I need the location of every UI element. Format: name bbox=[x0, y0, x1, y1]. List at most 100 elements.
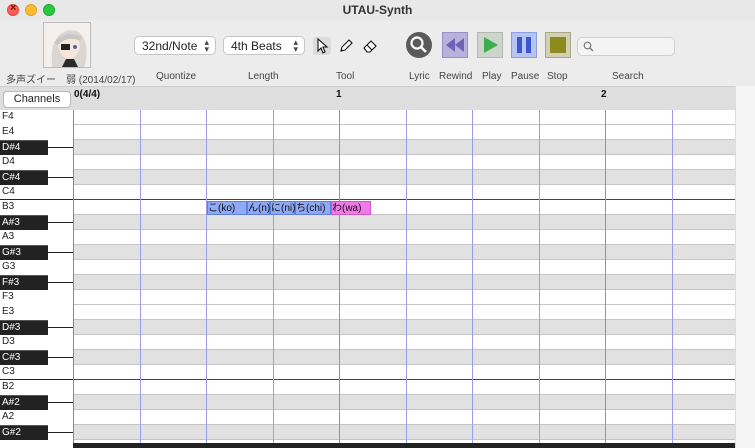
channels-button[interactable]: Channels bbox=[3, 91, 71, 108]
note-block[interactable]: ん(n) bbox=[247, 201, 270, 215]
rewind-label: Rewind bbox=[439, 71, 473, 82]
piano-key[interactable]: B3 bbox=[0, 200, 73, 215]
key-divider bbox=[48, 357, 73, 358]
grid-row[interactable] bbox=[73, 350, 735, 365]
measure-label: 0(4/4) bbox=[74, 89, 101, 100]
grid-row[interactable] bbox=[73, 110, 735, 125]
chevron-updown-icon: ▴ ▾ bbox=[293, 37, 298, 54]
grid-row[interactable] bbox=[73, 320, 735, 335]
piano-key[interactable]: G3 bbox=[0, 260, 73, 275]
stop-icon[interactable] bbox=[545, 32, 571, 58]
piano-key[interactable]: C3 bbox=[0, 365, 73, 380]
piano-key[interactable]: G#2 bbox=[0, 425, 48, 440]
piano-key[interactable]: C#4 bbox=[0, 170, 48, 185]
note-block[interactable]: に(ni) bbox=[270, 201, 295, 215]
vertical-scrollbar[interactable] bbox=[735, 86, 755, 448]
arrow-cursor-icon[interactable] bbox=[313, 37, 331, 55]
piano-key[interactable]: G#3 bbox=[0, 245, 48, 260]
note-block[interactable]: ち(chi) bbox=[295, 201, 331, 215]
piano-key[interactable]: E3 bbox=[0, 305, 73, 320]
quantize-value: 32nd/Note bbox=[142, 39, 198, 53]
play-label: Play bbox=[482, 71, 502, 82]
piano-key[interactable]: B2 bbox=[0, 380, 73, 395]
grid-row[interactable] bbox=[73, 335, 735, 350]
note-block[interactable]: わ(wa) bbox=[331, 201, 371, 215]
grid-row[interactable] bbox=[73, 365, 735, 380]
search-input[interactable] bbox=[596, 39, 672, 54]
key-divider bbox=[48, 282, 73, 283]
search-label: Search bbox=[612, 71, 644, 82]
grid-row[interactable] bbox=[73, 125, 735, 140]
grid-row[interactable] bbox=[73, 170, 735, 185]
piano-key[interactable]: A#3 bbox=[0, 215, 48, 230]
piano-key[interactable]: A3 bbox=[0, 230, 73, 245]
grid-line bbox=[73, 439, 735, 440]
grid-row[interactable] bbox=[73, 215, 735, 230]
piano-key[interactable]: E4 bbox=[0, 125, 73, 140]
quantize-label: Quontize bbox=[156, 71, 197, 82]
piano-key[interactable]: A#2 bbox=[0, 395, 48, 410]
measure-line bbox=[605, 110, 606, 448]
length-value: 4th Beats bbox=[231, 39, 282, 53]
grid-row[interactable] bbox=[73, 200, 735, 215]
piano-key[interactable]: C4 bbox=[0, 185, 73, 200]
piano-key[interactable]: C#3 bbox=[0, 350, 48, 365]
play-icon[interactable] bbox=[477, 32, 503, 58]
piano-key[interactable]: A2 bbox=[0, 410, 73, 425]
grid-row[interactable] bbox=[73, 395, 735, 410]
grid-row[interactable] bbox=[73, 185, 735, 200]
tool-label: Tool bbox=[336, 71, 355, 82]
rewind-icon[interactable] bbox=[442, 32, 468, 58]
pencil-icon[interactable] bbox=[337, 37, 355, 55]
piano-key[interactable]: F#3 bbox=[0, 275, 48, 290]
beat-line bbox=[206, 110, 207, 448]
key-divider bbox=[48, 327, 73, 328]
grid-row[interactable] bbox=[73, 275, 735, 290]
title-bar: UTAU-Synth bbox=[0, 0, 755, 20]
search-field[interactable] bbox=[577, 37, 675, 56]
piano-keyboard[interactable]: F4 E4 D#4 D4 C#4 C4 B3 A#3 A3 G#3 G3 F#3 F3 E3 D#3 D3 C#… bbox=[0, 110, 73, 448]
singer-name: 多声ズイー 弱 (2014/02/17) bbox=[6, 75, 136, 86]
key-divider bbox=[48, 432, 73, 433]
beat-line bbox=[406, 110, 407, 448]
grid-row[interactable] bbox=[73, 260, 735, 275]
length-label: Length bbox=[248, 71, 279, 82]
measure-label: 2 bbox=[601, 89, 607, 100]
measure-header: Channels 0(4/4) 1 2 bbox=[0, 86, 735, 110]
piano-key[interactable]: D#3 bbox=[0, 320, 48, 335]
grid-row[interactable] bbox=[73, 425, 735, 440]
note-block[interactable]: こ(ko) bbox=[207, 201, 247, 215]
piano-key[interactable]: D3 bbox=[0, 335, 73, 350]
window-title: UTAU-Synth bbox=[342, 3, 413, 17]
grid-row[interactable] bbox=[73, 290, 735, 305]
grid-row[interactable] bbox=[73, 155, 735, 170]
grid-row[interactable] bbox=[73, 230, 735, 245]
grid-row[interactable] bbox=[73, 305, 735, 320]
grid-row[interactable] bbox=[73, 140, 735, 155]
pause-icon[interactable] bbox=[511, 32, 537, 58]
lyric-label: Lyric bbox=[409, 71, 430, 82]
piano-key[interactable]: F3 bbox=[0, 290, 73, 305]
piano-roll-grid[interactable]: こ(ko) ん(n) に(ni) ち(chi) わ(wa) bbox=[73, 110, 735, 448]
piano-key[interactable]: D4 bbox=[0, 155, 73, 170]
key-divider bbox=[48, 222, 73, 223]
quantize-select[interactable]: 32nd/Note ▴ ▾ bbox=[134, 36, 216, 55]
grid-bottom-border bbox=[73, 443, 735, 448]
singer-avatar[interactable] bbox=[43, 22, 91, 68]
beat-line bbox=[140, 110, 141, 448]
magnifier-icon[interactable] bbox=[406, 32, 432, 58]
beat-line bbox=[273, 110, 274, 448]
grid-row[interactable] bbox=[73, 380, 735, 395]
piano-key[interactable]: D#4 bbox=[0, 140, 48, 155]
eraser-icon[interactable] bbox=[361, 37, 379, 55]
measure-line bbox=[339, 110, 340, 448]
piano-key[interactable]: F4 bbox=[0, 110, 73, 125]
grid-row[interactable] bbox=[73, 410, 735, 425]
measure-label: 1 bbox=[336, 89, 342, 100]
length-select[interactable]: 4th Beats ▴ ▾ bbox=[223, 36, 305, 55]
grid-row[interactable] bbox=[73, 245, 735, 260]
key-divider bbox=[48, 252, 73, 253]
stop-label: Stop bbox=[547, 71, 568, 82]
key-divider bbox=[48, 177, 73, 178]
beat-line bbox=[672, 110, 673, 448]
